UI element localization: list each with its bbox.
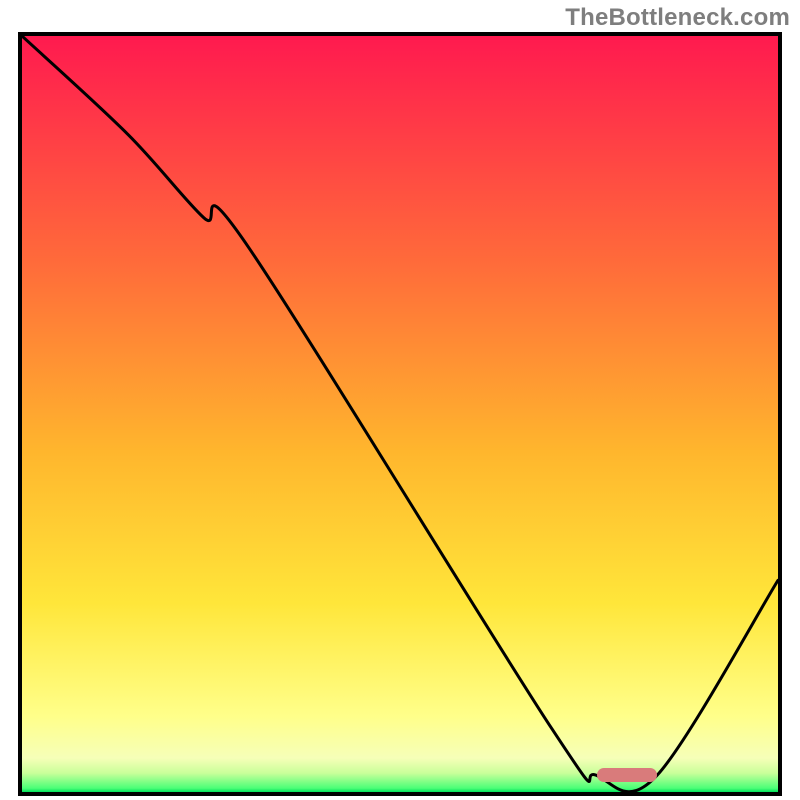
watermark-text: TheBottleneck.com bbox=[565, 4, 790, 32]
optimum-marker bbox=[597, 768, 657, 782]
plot-svg bbox=[22, 36, 778, 792]
plot-area bbox=[18, 32, 782, 796]
chart-stage: TheBottleneck.com bbox=[0, 0, 800, 800]
background-gradient bbox=[22, 36, 778, 792]
